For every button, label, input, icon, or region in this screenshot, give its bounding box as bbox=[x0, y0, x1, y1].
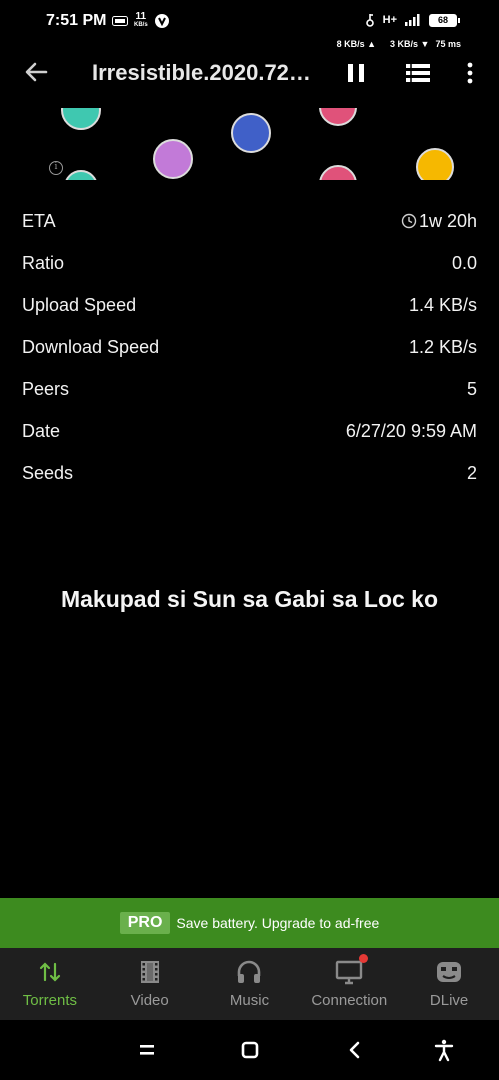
detail-row-upload-speed: Upload Speed 1.4 KB/s bbox=[0, 284, 499, 326]
menu-icon[interactable] bbox=[135, 1038, 159, 1062]
detail-row-seeds: Seeds 2 bbox=[0, 452, 499, 494]
nav-item-torrents[interactable]: Torrents bbox=[0, 948, 100, 1020]
promo-text: Save battery. Upgrade to ad-free bbox=[176, 915, 380, 931]
notification-dot bbox=[359, 954, 369, 963]
app-bar: Irresistible.2020.720p.WEBRip bbox=[0, 48, 499, 98]
detail-label: Seeds bbox=[22, 462, 74, 483]
detail-value: 1w 20h bbox=[401, 211, 477, 232]
promo-banner[interactable]: PRO Save battery. Upgrade to ad-free bbox=[0, 898, 499, 948]
nav-item-dlive[interactable]: DLive bbox=[399, 948, 499, 1020]
torrent-title: Irresistible.2020.720p.WEBRip bbox=[92, 60, 322, 85]
more-vert-icon[interactable] bbox=[462, 60, 478, 86]
detail-label: Date bbox=[22, 420, 61, 441]
overlay-message: Makupad si Sun sa Gabi sa Loc ko bbox=[60, 586, 439, 612]
nav-item-music[interactable]: Music bbox=[200, 948, 300, 1020]
swap-vert-icon bbox=[39, 962, 60, 982]
nav-label: Video bbox=[130, 992, 169, 1009]
piece-bubble bbox=[153, 139, 193, 179]
headphones-icon bbox=[238, 960, 261, 983]
accessibility-icon[interactable] bbox=[432, 1038, 456, 1062]
nav-item-video[interactable]: Video bbox=[100, 948, 200, 1020]
piece-bubble bbox=[64, 170, 98, 180]
vpn-icon bbox=[154, 14, 169, 28]
data-rate-indicator: 11 KB/s bbox=[134, 11, 148, 29]
monitor-icon bbox=[336, 960, 363, 985]
status-bar: 7:51 PM 11 KB/s H+ 68 8 KB/s ▲ 3 KB/s ▼ … bbox=[0, 0, 499, 49]
pieces-visualization bbox=[0, 108, 499, 180]
detail-label: Download Speed bbox=[22, 336, 160, 357]
piece-bubble bbox=[319, 165, 357, 180]
home-icon[interactable] bbox=[238, 1038, 262, 1062]
detail-row-eta: ETA 1w 20h bbox=[0, 200, 499, 242]
detail-value: 6/27/20 9:59 AM bbox=[345, 420, 477, 441]
sim-icon bbox=[112, 16, 128, 26]
piece-bubble bbox=[231, 113, 271, 153]
arrow-back-icon[interactable] bbox=[22, 58, 50, 86]
piece-bubble bbox=[61, 108, 101, 130]
torrent-details: ETA 1w 20h Ratio 0.0 Upload Speed 1.4 KB… bbox=[0, 200, 499, 494]
detail-label: ETA bbox=[22, 210, 56, 231]
detail-label: Ratio bbox=[22, 252, 65, 273]
clock-icon bbox=[401, 213, 417, 229]
detail-row-peers: Peers 5 bbox=[0, 368, 499, 410]
piece-bubble bbox=[319, 108, 357, 126]
detail-value: 0.0 bbox=[451, 252, 477, 273]
detail-value: 1.2 KB/s bbox=[408, 336, 477, 357]
list-icon[interactable] bbox=[404, 62, 432, 84]
detail-label: Upload Speed bbox=[22, 294, 137, 315]
detail-value: 2 bbox=[466, 462, 477, 483]
nav-label: Music bbox=[229, 992, 270, 1009]
battery-icon: 68 bbox=[429, 13, 460, 27]
detail-value: 5 bbox=[466, 378, 477, 399]
dlive-icon bbox=[437, 962, 462, 982]
status-time: 7:51 PM bbox=[46, 12, 107, 29]
network-type: H+ bbox=[382, 13, 397, 26]
bottom-nav: Torrents Video Music Connection DLive bbox=[0, 948, 499, 1020]
film-icon bbox=[140, 961, 159, 983]
status-icons-left: 11 KB/s bbox=[112, 12, 170, 30]
back-nav-icon[interactable] bbox=[343, 1038, 367, 1062]
detail-row-download-speed: Download Speed 1.2 KB/s bbox=[0, 326, 499, 368]
detail-value: 1.4 KB/s bbox=[408, 294, 477, 315]
nav-item-connection[interactable]: Connection bbox=[299, 948, 399, 1020]
info-icon[interactable]: i bbox=[49, 161, 63, 175]
piece-bubble bbox=[416, 148, 454, 180]
status-icons-right: H+ 68 bbox=[365, 13, 460, 27]
detail-row-ratio: Ratio 0.0 bbox=[0, 242, 499, 284]
nav-label: Torrents bbox=[22, 992, 77, 1009]
pause-icon[interactable] bbox=[346, 62, 366, 84]
detail-row-date: Date 6/27/20 9:59 AM bbox=[0, 410, 499, 452]
nav-label: DLive bbox=[429, 992, 469, 1009]
detail-label: Peers bbox=[22, 378, 70, 399]
system-nav-bar bbox=[0, 1020, 499, 1080]
nav-label: Connection bbox=[311, 992, 388, 1009]
pro-badge: PRO bbox=[119, 912, 171, 934]
key-icon bbox=[365, 14, 374, 27]
signal-icon bbox=[405, 14, 420, 26]
